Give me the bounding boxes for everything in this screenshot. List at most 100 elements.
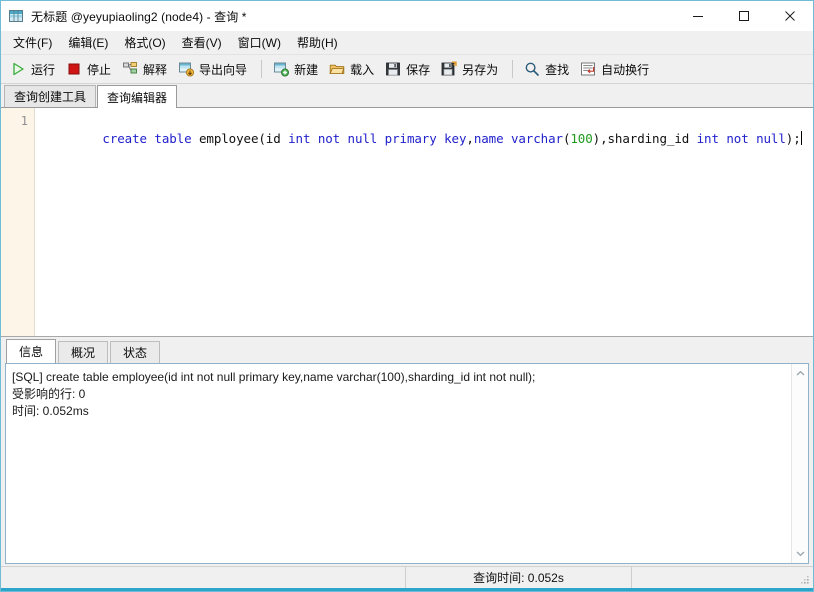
save-icon xyxy=(385,61,401,77)
menu-item-format[interactable]: 格式(O) xyxy=(116,31,173,55)
sql-token: not xyxy=(318,131,340,146)
export-wizard-button[interactable]: 导出向导 xyxy=(174,57,254,81)
output-box: [SQL] create table employee(id int not n… xyxy=(5,363,809,564)
tab-status[interactable]: 状态 xyxy=(110,341,160,363)
explain-icon xyxy=(122,61,138,77)
word-wrap-icon xyxy=(580,61,596,77)
explain-button[interactable]: 解释 xyxy=(118,57,174,81)
toolbar: 运行 停止 解释 xyxy=(1,55,813,84)
save-as-button[interactable]: 另存为 xyxy=(437,57,505,81)
sql-token xyxy=(749,131,756,146)
sql-token: primary xyxy=(385,131,437,146)
title-bar: 无标题 @yeyupiaoling2 (node4) - 查询 * xyxy=(1,1,813,31)
code-area[interactable]: create table employee(id int not null pr… xyxy=(35,108,813,336)
close-button[interactable] xyxy=(767,1,813,31)
chevron-down-icon xyxy=(796,550,805,557)
tab-query-builder[interactable]: 查询创建工具 xyxy=(4,85,96,107)
export-wizard-label: 导出向导 xyxy=(199,61,247,78)
search-icon xyxy=(524,61,540,77)
sql-token: name xyxy=(474,131,504,146)
stop-button[interactable]: 停止 xyxy=(62,57,118,81)
find-label: 查找 xyxy=(545,61,569,78)
run-button[interactable]: 运行 xyxy=(6,57,62,81)
tab-profile[interactable]: 概况 xyxy=(58,341,108,363)
maximize-icon xyxy=(738,10,750,22)
scroll-down-button[interactable] xyxy=(793,546,808,561)
sql-token: not xyxy=(726,131,748,146)
sql-token xyxy=(437,131,444,146)
sql-token xyxy=(504,131,511,146)
close-icon xyxy=(784,10,796,22)
output-line: 时间: 0.052ms xyxy=(12,403,785,420)
sql-token: employee(id xyxy=(192,131,289,146)
load-button[interactable]: 载入 xyxy=(325,57,381,81)
sql-token: table xyxy=(154,131,191,146)
result-tabstrip: 信息 概况 状态 xyxy=(1,337,813,363)
output-line: [SQL] create table employee(id int not n… xyxy=(12,369,785,386)
text-cursor xyxy=(801,131,802,145)
tab-query-editor[interactable]: 查询编辑器 xyxy=(97,85,177,108)
new-query-label: 新建 xyxy=(294,61,318,78)
window-title: 无标题 @yeyupiaoling2 (node4) - 查询 * xyxy=(31,8,247,25)
tab-info[interactable]: 信息 xyxy=(6,339,56,363)
word-wrap-button[interactable]: 自动换行 xyxy=(576,57,656,81)
result-pane: 信息 概况 状态 [SQL] create table employee(id … xyxy=(1,337,813,566)
load-label: 载入 xyxy=(350,61,374,78)
save-label: 保存 xyxy=(406,61,430,78)
menu-bar: 文件(F) 编辑(E) 格式(O) 查看(V) 窗口(W) 帮助(H) xyxy=(1,31,813,55)
save-as-label: 另存为 xyxy=(462,61,498,78)
chevron-up-icon xyxy=(796,370,805,377)
explain-label: 解释 xyxy=(143,61,167,78)
status-bar: 查询时间: 0.052s xyxy=(1,566,813,588)
menu-item-file[interactable]: 文件(F) xyxy=(5,31,60,55)
sql-token: varchar xyxy=(511,131,563,146)
table-grid-icon xyxy=(8,8,24,24)
new-query-icon xyxy=(273,61,289,77)
output-scrollbar[interactable] xyxy=(791,364,808,563)
find-button[interactable]: 查找 xyxy=(520,57,576,81)
scroll-up-button[interactable] xyxy=(793,366,808,381)
sql-token: key xyxy=(444,131,466,146)
new-query-button[interactable]: 新建 xyxy=(269,57,325,81)
code-line-1: create table employee(id int not null pr… xyxy=(43,113,813,164)
query-editor-window: 无标题 @yeyupiaoling2 (node4) - 查询 * 文 xyxy=(0,0,814,592)
sql-token: create xyxy=(102,131,147,146)
line-number-gutter: 1 xyxy=(1,108,35,336)
output-line: 受影响的行: 0 xyxy=(12,386,785,403)
sql-token xyxy=(377,131,384,146)
word-wrap-label: 自动换行 xyxy=(601,61,649,78)
save-button[interactable]: 保存 xyxy=(381,57,437,81)
status-right xyxy=(632,567,813,588)
status-query-time: 查询时间: 0.052s xyxy=(406,567,632,588)
sql-token: int xyxy=(697,131,719,146)
sql-token xyxy=(340,131,347,146)
export-wizard-icon xyxy=(178,61,194,77)
sql-token: null xyxy=(756,131,786,146)
play-icon xyxy=(10,61,26,77)
run-label: 运行 xyxy=(31,61,55,78)
sql-token: null xyxy=(348,131,378,146)
status-left xyxy=(1,567,406,588)
window-controls xyxy=(675,1,813,31)
sql-editor[interactable]: 1 create table employee(id int not null … xyxy=(1,108,813,337)
editor-tabstrip: 查询创建工具 查询编辑器 xyxy=(1,84,813,108)
output-text[interactable]: [SQL] create table employee(id int not n… xyxy=(6,364,791,563)
toolbar-separator-2 xyxy=(512,60,513,78)
toolbar-separator-1 xyxy=(261,60,262,78)
line-number: 1 xyxy=(1,113,34,130)
sql-token: ); xyxy=(786,131,801,146)
resize-grip-icon[interactable] xyxy=(799,574,810,585)
sql-token: int xyxy=(288,131,310,146)
sql-token: 100 xyxy=(570,131,592,146)
menu-item-edit[interactable]: 编辑(E) xyxy=(60,31,116,55)
menu-item-help[interactable]: 帮助(H) xyxy=(289,31,346,55)
stop-label: 停止 xyxy=(87,61,111,78)
sql-token: , xyxy=(466,131,473,146)
bottom-accent-bar xyxy=(1,588,813,591)
stop-icon xyxy=(66,61,82,77)
maximize-button[interactable] xyxy=(721,1,767,31)
minimize-button[interactable] xyxy=(675,1,721,31)
menu-item-window[interactable]: 窗口(W) xyxy=(230,31,289,55)
menu-item-view[interactable]: 查看(V) xyxy=(174,31,230,55)
sql-token: ),sharding_id xyxy=(593,131,697,146)
